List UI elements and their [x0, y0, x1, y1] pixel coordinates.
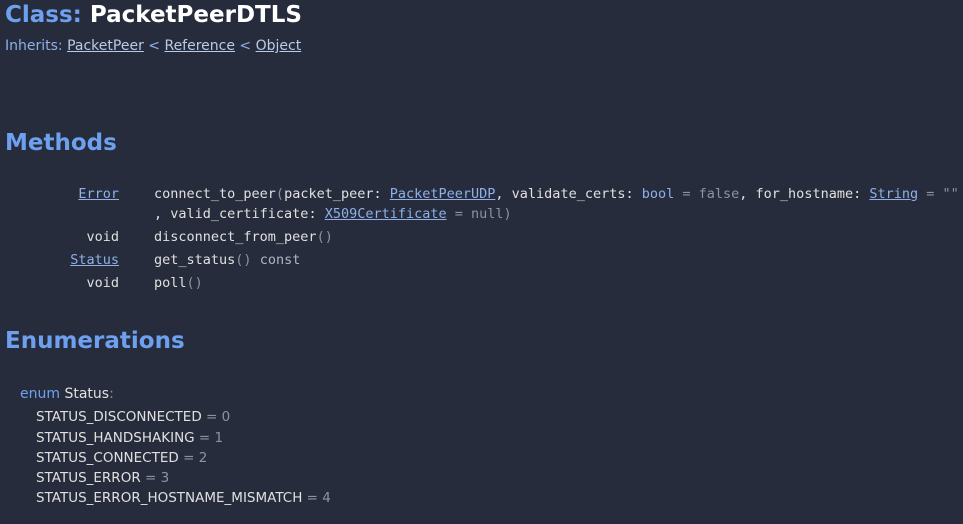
param-default: null: [471, 206, 504, 222]
method-signature: poll(): [154, 275, 203, 291]
class-name: PacketPeerDTLS: [89, 2, 302, 28]
return-type-error-link[interactable]: Error: [78, 186, 119, 202]
enum-colon: :: [109, 386, 114, 402]
return-type: void: [86, 229, 119, 245]
constant-name: STATUS_CONNECTED: [36, 450, 179, 466]
enum-constant: STATUS_ERROR_HOSTNAME_MISMATCH = 4: [36, 490, 331, 506]
enum-declaration: enum Status:: [20, 386, 114, 402]
open-paren: (: [275, 186, 285, 202]
method-name: connect_to_peer: [154, 186, 276, 202]
parens: (): [316, 229, 333, 245]
constant-equals: =: [194, 430, 215, 446]
constant-value: 1: [214, 430, 224, 446]
inherits-link-object[interactable]: Object: [256, 38, 302, 54]
param-type-link[interactable]: PacketPeerUDP: [390, 186, 496, 202]
constant-value: 0: [221, 409, 231, 425]
inherits-line: Inherits: PacketPeer < Reference < Objec…: [5, 38, 301, 54]
method-name: poll: [154, 275, 187, 291]
param-comma: ,: [154, 206, 171, 222]
constant-name: STATUS_ERROR: [36, 470, 141, 486]
constant-value: 4: [322, 490, 331, 506]
param-colon: :: [853, 186, 870, 202]
enumerations-heading: Enumerations: [5, 328, 185, 354]
param-comma: ,: [739, 186, 756, 202]
param-colon: :: [373, 186, 390, 202]
method-signature: get_status() const: [154, 252, 300, 268]
param-default: "": [942, 186, 959, 202]
constant-equals: =: [302, 490, 323, 506]
enum-constant: STATUS_HANDSHAKING = 1: [36, 430, 223, 446]
enum-constant: STATUS_CONNECTED = 2: [36, 450, 207, 466]
page-title: Class: PacketPeerDTLS: [5, 2, 302, 28]
method-signature: connect_to_peer(packet_peer: PacketPeerU…: [154, 186, 959, 202]
method-name: disconnect_from_peer: [154, 229, 317, 245]
constant-name: STATUS_DISCONNECTED: [36, 409, 202, 425]
param-type-link[interactable]: X509Certificate: [325, 206, 447, 222]
param-name: packet_peer: [284, 186, 374, 202]
inherits-link-packetpeer[interactable]: PacketPeer: [67, 38, 144, 54]
param-comma: ,: [495, 186, 512, 202]
inherits-separator: <: [148, 38, 161, 54]
param-type-link[interactable]: String: [869, 186, 918, 202]
constant-equals: =: [201, 409, 222, 425]
param-equals: =: [918, 186, 943, 202]
enum-constant: STATUS_DISCONNECTED = 0: [36, 409, 230, 425]
constant-value: 3: [160, 470, 170, 486]
enum-constant: STATUS_ERROR = 3: [36, 470, 169, 486]
enum-name: Status: [64, 386, 110, 402]
param-colon: :: [625, 186, 642, 202]
param-name: for_hostname: [755, 186, 854, 202]
param-equals: =: [446, 206, 472, 222]
param-type: bool: [641, 186, 675, 202]
method-name: get_status: [154, 252, 236, 268]
param-equals: =: [674, 186, 699, 202]
method-signature: disconnect_from_peer(): [154, 229, 333, 245]
methods-heading: Methods: [5, 130, 117, 156]
class-keyword: Class:: [5, 2, 82, 28]
return-type: void: [86, 275, 119, 291]
close-paren: ): [503, 206, 512, 222]
method-qualifier: const: [259, 252, 301, 268]
constant-name: STATUS_HANDSHAKING: [36, 430, 195, 446]
param-colon: :: [308, 206, 325, 222]
constant-value: 2: [198, 450, 208, 466]
inherits-separator: <: [239, 38, 252, 54]
inherits-link-reference[interactable]: Reference: [164, 38, 235, 54]
parens: (): [235, 252, 252, 268]
constant-name: STATUS_ERROR_HOSTNAME_MISMATCH: [36, 490, 303, 506]
inherits-label: Inherits:: [5, 38, 63, 54]
constant-equals: =: [140, 470, 161, 486]
param-name: valid_certificate: [170, 206, 309, 222]
enum-keyword: enum: [20, 386, 60, 402]
return-type-status-link[interactable]: Status: [70, 252, 119, 268]
param-default: false: [698, 186, 740, 202]
method-row-continuation: , valid_certificate: X509Certificate = n…: [154, 206, 512, 222]
constant-equals: =: [178, 450, 199, 466]
parens: (): [186, 275, 203, 291]
param-name: validate_certs: [511, 186, 626, 202]
